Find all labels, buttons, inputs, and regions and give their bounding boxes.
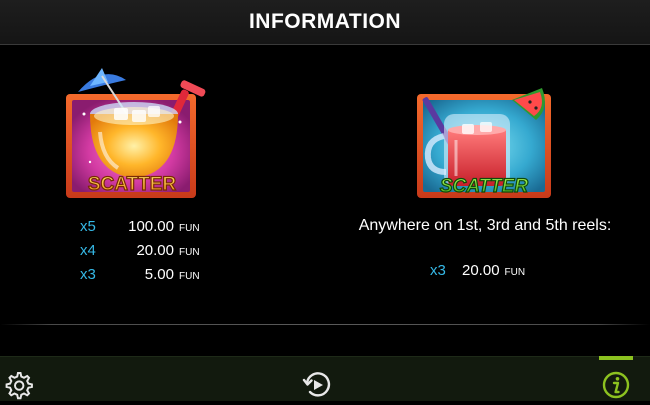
currency-unit: FUN [504, 267, 526, 278]
active-tab-indicator [599, 356, 633, 360]
page-title: INFORMATION [248, 10, 402, 33]
scatter-label: SCATTER [440, 176, 529, 197]
scatter-description: Anywhere on 1st, 3rd and 5th reels: [358, 217, 612, 234]
multiplier: x5 [80, 218, 96, 235]
pay-row: x5 100.00 FUN [80, 218, 200, 242]
currency-unit: FUN [179, 271, 200, 282]
currency-unit: FUN [179, 247, 200, 258]
currency-unit: FUN [179, 223, 200, 234]
multiplier: x3 [80, 266, 96, 283]
pay-row: x3 5.00 FUN [80, 266, 200, 290]
right-paytable: x3 20.00 FUN [430, 262, 525, 279]
pay-amount: 20.00 [462, 262, 500, 279]
scatter-symbol-cocktail: SCATTER [62, 62, 214, 202]
scatter-symbol-juice: SCATTER [414, 80, 556, 202]
multiplier: x4 [80, 242, 96, 259]
pay-amount: 20.00 [136, 242, 174, 259]
multiplier: x3 [430, 262, 446, 279]
pay-amount: 100.00 [128, 218, 174, 235]
content-divider [0, 324, 650, 325]
pay-row: x4 20.00 FUN [80, 242, 200, 266]
pay-amount: 5.00 [144, 266, 174, 283]
header-bar: INFORMATION [0, 0, 650, 44]
scatter-label: SCATTER [88, 174, 177, 195]
header-divider [0, 44, 650, 45]
left-paytable: x5 100.00 FUN x4 20.00 FUN x3 5.00 FUN [80, 218, 200, 290]
